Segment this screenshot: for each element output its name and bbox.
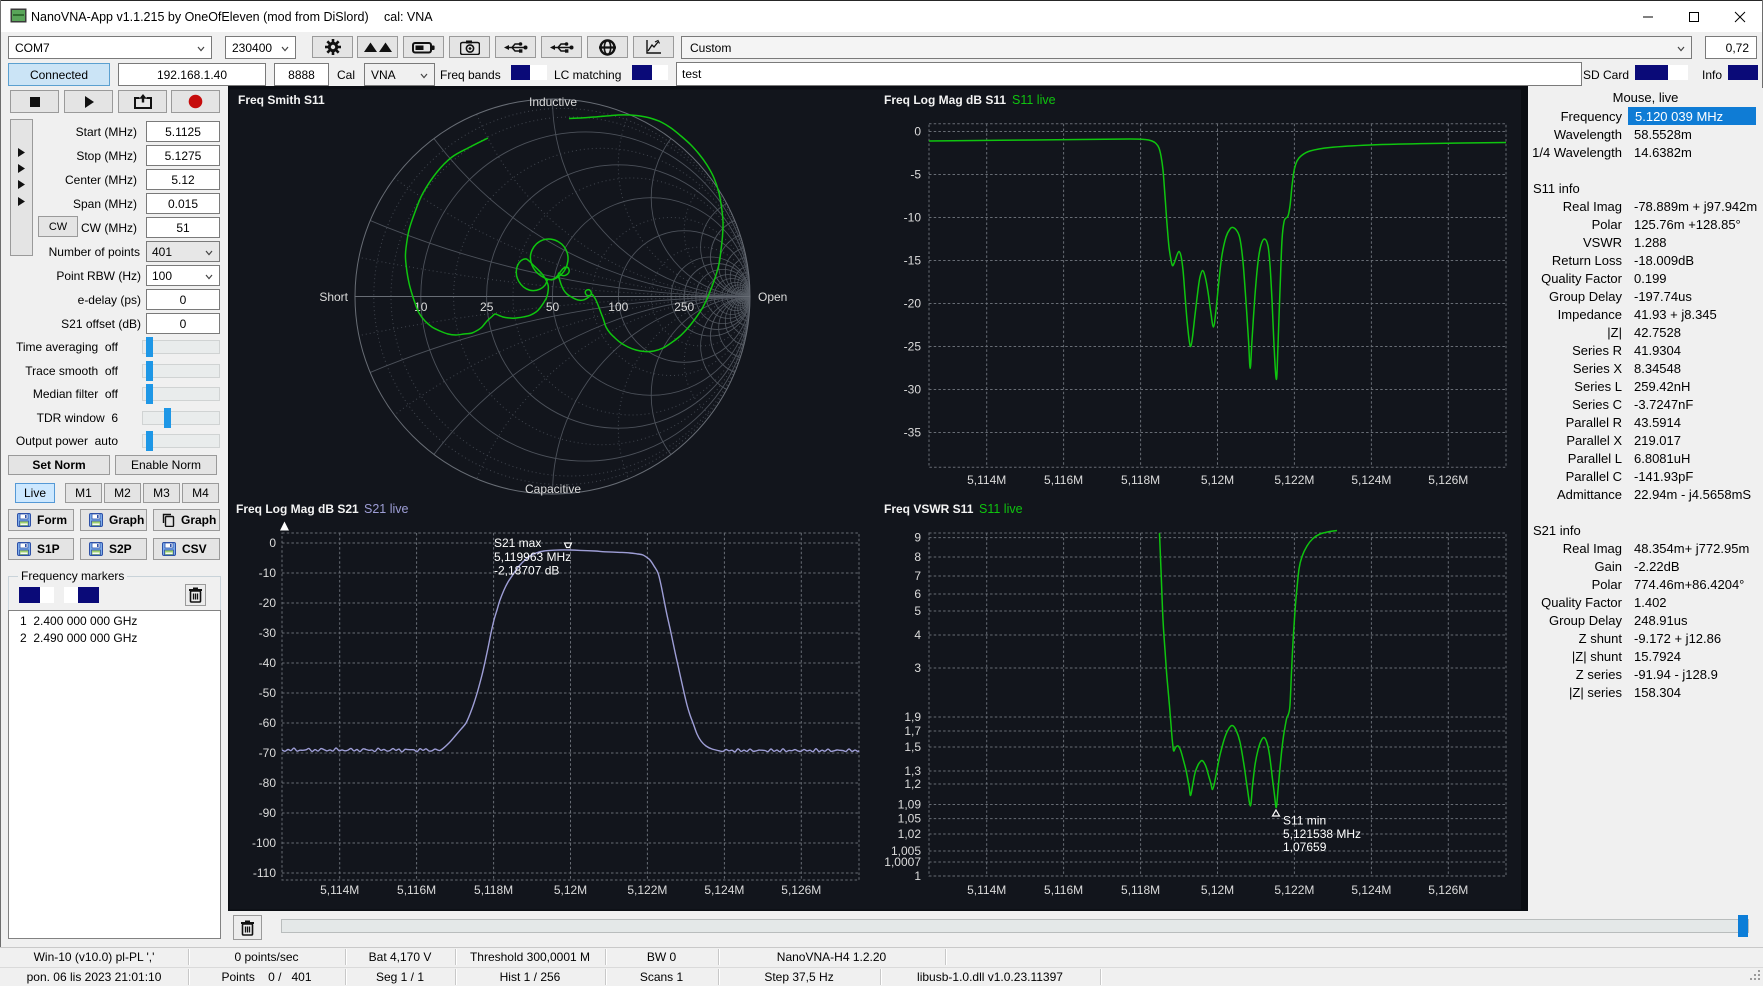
svg-text:-80: -80 bbox=[259, 776, 277, 790]
svg-text:5,12M: 5,12M bbox=[554, 883, 587, 897]
svg-text:1,9: 1,9 bbox=[904, 710, 921, 724]
svg-text:5,122M: 5,122M bbox=[1274, 473, 1314, 487]
svg-text:-110: -110 bbox=[253, 866, 276, 880]
svg-text:1,05: 1,05 bbox=[898, 812, 922, 826]
svg-text:-2,18707 dB: -2,18707 dB bbox=[494, 564, 559, 578]
svg-text:-30: -30 bbox=[259, 626, 277, 640]
svg-text:5,126M: 5,126M bbox=[1428, 473, 1468, 487]
svg-text:S21 live: S21 live bbox=[364, 502, 409, 516]
svg-text:3: 3 bbox=[914, 661, 921, 675]
svg-text:5,116M: 5,116M bbox=[397, 883, 436, 897]
svg-text:Open: Open bbox=[758, 290, 787, 304]
svg-text:9: 9 bbox=[914, 531, 921, 545]
svg-text:-60: -60 bbox=[259, 716, 277, 730]
svg-text:-50: -50 bbox=[259, 686, 277, 700]
svg-text:5: 5 bbox=[914, 604, 921, 618]
svg-text:-70: -70 bbox=[259, 746, 277, 760]
svg-text:100: 100 bbox=[608, 300, 628, 314]
svg-text:-100: -100 bbox=[252, 836, 276, 850]
svg-text:5,121538 MHz: 5,121538 MHz bbox=[1283, 827, 1361, 841]
svg-text:250: 250 bbox=[674, 300, 694, 314]
svg-text:Freq VSWR S11: Freq VSWR S11 bbox=[884, 502, 974, 516]
svg-text:1,7: 1,7 bbox=[904, 724, 921, 738]
svg-text:-10: -10 bbox=[259, 566, 277, 580]
svg-text:Short: Short bbox=[319, 290, 348, 304]
svg-text:25: 25 bbox=[480, 300, 494, 314]
svg-text:5,119963 MHz: 5,119963 MHz bbox=[494, 550, 571, 564]
svg-text:S21 max: S21 max bbox=[494, 536, 541, 550]
svg-text:-5: -5 bbox=[910, 168, 921, 182]
svg-text:5,122M: 5,122M bbox=[627, 883, 667, 897]
svg-text:1,09: 1,09 bbox=[898, 798, 922, 812]
svg-text:5,122M: 5,122M bbox=[1274, 883, 1314, 897]
svg-text:1,0007: 1,0007 bbox=[884, 855, 921, 869]
svg-text:5,12M: 5,12M bbox=[1201, 473, 1234, 487]
svg-text:-90: -90 bbox=[259, 806, 277, 820]
svg-text:6: 6 bbox=[914, 587, 921, 601]
svg-text:-10: -10 bbox=[904, 211, 922, 225]
svg-text:5,114M: 5,114M bbox=[967, 883, 1006, 897]
svg-text:0: 0 bbox=[914, 125, 921, 139]
svg-text:S11 live: S11 live bbox=[1012, 93, 1056, 107]
svg-text:50: 50 bbox=[546, 300, 560, 314]
svg-text:-15: -15 bbox=[904, 254, 922, 268]
svg-text:Freq Smith S11: Freq Smith S11 bbox=[238, 93, 325, 107]
svg-text:1,5: 1,5 bbox=[904, 740, 921, 754]
svg-text:S11 min: S11 min bbox=[1283, 814, 1326, 828]
svg-text:7: 7 bbox=[914, 569, 921, 583]
svg-text:-25: -25 bbox=[904, 340, 922, 354]
svg-text:5,12M: 5,12M bbox=[1201, 883, 1234, 897]
svg-text:5,124M: 5,124M bbox=[704, 883, 744, 897]
svg-text:1: 1 bbox=[914, 869, 921, 883]
svg-text:-35: -35 bbox=[904, 426, 922, 440]
svg-text:5,114M: 5,114M bbox=[320, 883, 359, 897]
svg-text:1,07659: 1,07659 bbox=[1283, 840, 1327, 854]
svg-text:-20: -20 bbox=[259, 596, 277, 610]
svg-text:-20: -20 bbox=[904, 297, 922, 311]
svg-text:0: 0 bbox=[269, 536, 276, 550]
svg-text:5,124M: 5,124M bbox=[1351, 883, 1391, 897]
svg-text:S11 live: S11 live bbox=[979, 502, 1023, 516]
svg-text:5,118M: 5,118M bbox=[474, 883, 513, 897]
svg-text:5,118M: 5,118M bbox=[1121, 473, 1160, 487]
svg-text:5,118M: 5,118M bbox=[1121, 883, 1160, 897]
svg-text:Freq Log Mag dB S11: Freq Log Mag dB S11 bbox=[884, 93, 1006, 107]
svg-text:Freq Log Mag dB S21: Freq Log Mag dB S21 bbox=[236, 502, 359, 516]
svg-text:Capacitive: Capacitive bbox=[525, 482, 581, 496]
svg-text:1,2: 1,2 bbox=[904, 777, 921, 791]
svg-text:Inductive: Inductive bbox=[529, 95, 577, 109]
svg-text:8: 8 bbox=[914, 550, 921, 564]
svg-text:1,02: 1,02 bbox=[898, 827, 922, 841]
svg-text:-40: -40 bbox=[259, 656, 277, 670]
svg-text:5,124M: 5,124M bbox=[1351, 473, 1391, 487]
svg-text:5,126M: 5,126M bbox=[781, 883, 821, 897]
svg-text:5,116M: 5,116M bbox=[1044, 473, 1083, 487]
svg-text:5,116M: 5,116M bbox=[1044, 883, 1083, 897]
svg-text:-30: -30 bbox=[904, 383, 922, 397]
svg-text:4: 4 bbox=[914, 628, 921, 642]
svg-text:1,3: 1,3 bbox=[904, 764, 921, 778]
svg-text:5,126M: 5,126M bbox=[1428, 883, 1468, 897]
svg-text:5,114M: 5,114M bbox=[967, 473, 1006, 487]
